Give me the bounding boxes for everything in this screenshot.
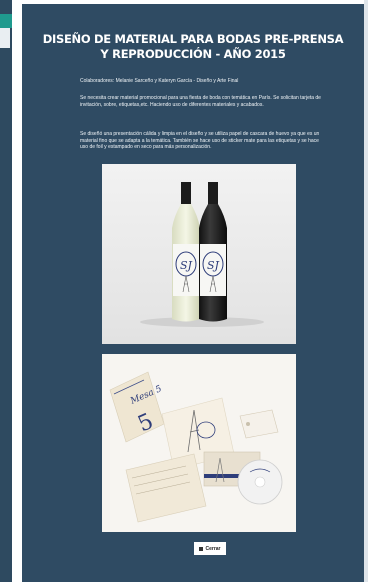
description-paragraph-2: Se diseñó una presentación cálida y limp… xyxy=(80,131,320,151)
svg-text:SJ: SJ xyxy=(180,259,193,272)
wine-bottles-illustration: SJ SJ xyxy=(102,164,296,344)
stationery-photo[interactable]: Mesa 5 5 xyxy=(102,354,296,532)
project-modal: Diseño de material para bodas pre-prensa… xyxy=(22,4,364,582)
close-button-label: Cerrar xyxy=(205,545,221,552)
description-paragraph-1: Se necesita crear material promocional p… xyxy=(80,95,321,108)
title-line-2: y reproducción - Año 2015 xyxy=(100,47,286,61)
project-title: Diseño de material para bodas pre-prensa… xyxy=(42,32,344,62)
wine-bottles-photo[interactable]: SJ SJ xyxy=(102,164,296,344)
stationery-illustration: Mesa 5 5 xyxy=(102,354,296,532)
svg-text:SJ: SJ xyxy=(207,259,220,272)
sidebar-tab-body xyxy=(0,28,10,48)
background-sidebar xyxy=(0,0,12,582)
close-button[interactable]: Cerrar xyxy=(194,542,226,555)
close-icon xyxy=(199,546,204,551)
sidebar-accent-tab[interactable] xyxy=(0,14,12,28)
page-edge xyxy=(364,0,368,582)
collaborators-text: Colaboradores: Melanie Sarceño y Kateryn… xyxy=(80,78,239,84)
title-line-1: Diseño de material para bodas pre-prensa xyxy=(42,32,344,46)
cd-disc xyxy=(237,459,283,505)
